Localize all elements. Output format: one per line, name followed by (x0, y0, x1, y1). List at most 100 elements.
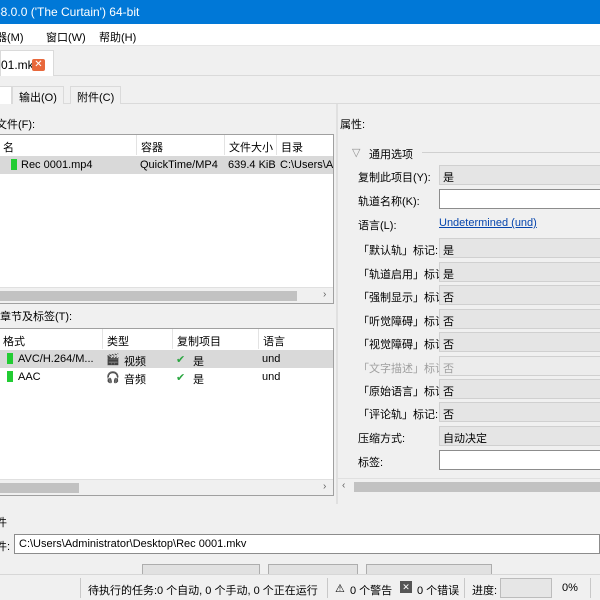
close-icon[interactable]: ✕ (32, 59, 45, 71)
progress-value: 0% (562, 582, 578, 594)
tracks-label: 章节及标签(T): (0, 311, 73, 323)
track-name-label: 轨道名称(K): (358, 196, 420, 208)
error-icon: ✕ (400, 581, 412, 593)
file-directory: C:\Users\Ac (280, 159, 334, 171)
table-row[interactable]: AVC/H.264/M... 🎬 视频 ✔ 是 und (0, 350, 333, 368)
column-header-format[interactable]: 格式 (0, 329, 103, 349)
errors-count[interactable]: 0 个错误 (417, 582, 459, 598)
horizontal-scrollbar[interactable]: › (0, 287, 333, 303)
column-header-type[interactable]: 类型 (103, 329, 173, 349)
status-separator (327, 578, 328, 598)
tab-output[interactable]: 输出(O) (12, 86, 64, 104)
action-buttons (0, 564, 600, 576)
column-header-size[interactable]: 文件大小 (225, 135, 277, 155)
track-copy: 是 (193, 374, 204, 386)
tab-input[interactable] (0, 86, 12, 105)
hearing-impaired-label: 「听觉障碍」标记: (358, 316, 450, 328)
menu-item-window[interactable]: 窗口(W) (46, 29, 86, 45)
file-container: QuickTime/MP4 (140, 159, 218, 171)
menu-item-mux[interactable]: 器(M) (0, 29, 24, 45)
video-icon: 🎬 (106, 354, 120, 366)
table-row[interactable]: Rec 0001.mp4 QuickTime/MP4 639.4 KiB C:\… (0, 156, 333, 174)
pending-tasks-counts: 0 个自动, 0 个手动, 0 个正在运行 (157, 585, 318, 597)
properties-header: 属性: (340, 119, 366, 131)
menu-item-help[interactable]: 帮助(H) (99, 29, 136, 45)
commentary-select[interactable]: 否 (439, 402, 600, 422)
output-file-label: 件: (0, 541, 11, 553)
output-section-title: 件 (0, 517, 7, 529)
track-format: AAC (18, 371, 41, 383)
tags-label: 标签: (358, 457, 384, 469)
tags-input[interactable] (439, 450, 600, 470)
status-separator (464, 578, 465, 598)
language-link[interactable]: Undetermined (und) (439, 217, 537, 229)
forced-display-label: 「强制显示」标记: (358, 292, 450, 304)
horizontal-scrollbar[interactable]: ‹ (338, 478, 600, 494)
group-title: 通用选项 (369, 149, 413, 161)
track-format: AVC/H.264/M... (18, 353, 94, 365)
track-name-input[interactable] (439, 189, 600, 209)
document-tab[interactable]: 01.mkv ✕ (0, 50, 54, 76)
output-file-input[interactable]: C:\Users\Administrator\Desktop\Rec 0001.… (14, 534, 600, 554)
green-bar-icon (7, 371, 13, 384)
compression-label: 压缩方式: (358, 433, 406, 445)
group-divider (422, 152, 600, 153)
file-name: Rec 0001.mp4 (21, 159, 93, 171)
source-files-list[interactable]: 名 容器 文件大小 目录 Rec 0001.mp4 QuickTime/MP4 … (0, 134, 334, 304)
forced-display-select[interactable]: 否 (439, 285, 600, 305)
scrollbar-thumb[interactable] (0, 291, 297, 301)
column-header-container[interactable]: 容器 (137, 135, 225, 155)
column-header-copy[interactable]: 复制项目 (173, 329, 259, 349)
pending-tasks-label: 待执行的任务: (88, 585, 158, 597)
green-bar-icon (7, 353, 13, 366)
scroll-left-icon[interactable]: ‹ (342, 480, 345, 491)
green-bar-icon (11, 159, 17, 172)
progress-label: 进度: (472, 585, 498, 597)
column-header-name[interactable]: 名 (0, 135, 137, 155)
collapse-icon[interactable]: ▽ (352, 146, 360, 159)
input-panel: 文件(F): 名 容器 文件大小 目录 Rec 0001.mp4 QuickTi… (0, 104, 336, 504)
tracks-list[interactable]: 格式 类型 复制项目 语言 AVC/H.264/M... 🎬 视频 ✔ 是 un… (0, 328, 334, 496)
hearing-impaired-select[interactable]: 否 (439, 309, 600, 329)
track-type: 音频 (124, 374, 146, 386)
status-bar: 待执行的任务: 0 个自动, 0 个手动, 0 个正在运行 ⚠ 0 个警告 ✕ … (0, 574, 600, 600)
status-separator (590, 578, 591, 598)
visual-impaired-label: 「视觉障碍」标记: (358, 339, 450, 351)
visual-impaired-select[interactable]: 否 (439, 332, 600, 352)
track-language: und (262, 371, 281, 383)
text-description-select: 否 (439, 356, 600, 376)
scroll-right-icon[interactable]: › (323, 289, 326, 300)
scrollbar-thumb[interactable] (354, 482, 600, 492)
tab-attachments-label: 附件(C) (77, 92, 115, 104)
properties-panel: 属性: ▽ 通用选项 复制此项目(Y): 是 轨道名称(K): 语言(L): U… (338, 104, 600, 504)
column-header-language[interactable]: 语言 (259, 329, 333, 349)
default-track-label: 「默认轨」标记: (358, 245, 439, 257)
tab-attachments[interactable]: 附件(C) (70, 86, 122, 104)
warnings-count[interactable]: 0 个警告 (350, 582, 392, 598)
default-track-select[interactable]: 是 (439, 238, 600, 258)
original-language-select[interactable]: 否 (439, 379, 600, 399)
file-size: 639.4 KiB (228, 159, 276, 171)
track-type: 视频 (124, 356, 146, 368)
scrollbar-thumb[interactable] (0, 483, 79, 493)
source-files-label: 文件(F): (0, 119, 36, 131)
title-bar: 68.0.0 ('The Curtain') 64-bit (0, 0, 600, 24)
window-title: 68.0.0 ('The Curtain') 64-bit (0, 5, 140, 19)
column-header-directory[interactable]: 目录 (277, 135, 333, 155)
original-language-label: 「原始语言」标记: (358, 386, 450, 398)
copy-item-select[interactable]: 是 (439, 165, 600, 185)
document-tab-bar: 01.mkv ✕ (0, 46, 600, 76)
scroll-right-icon[interactable]: › (323, 481, 326, 492)
horizontal-scrollbar[interactable]: › (0, 479, 333, 495)
copy-item-label: 复制此项目(Y): (358, 172, 431, 184)
text-description-label: 「文字描述」标记: (358, 363, 450, 375)
track-language: und (262, 353, 281, 365)
compression-select[interactable]: 自动决定 (439, 426, 600, 446)
status-separator (80, 578, 81, 598)
language-label: 语言(L): (358, 220, 397, 232)
table-row[interactable]: AAC 🎧 音频 ✔ 是 und (0, 368, 333, 386)
track-enabled-label: 「轨道启用」标记: (358, 269, 450, 281)
sub-tab-bar: 输出(O) 附件(C) (0, 84, 600, 105)
checkmark-icon: ✔ (176, 354, 186, 366)
track-enabled-select[interactable]: 是 (439, 262, 600, 282)
